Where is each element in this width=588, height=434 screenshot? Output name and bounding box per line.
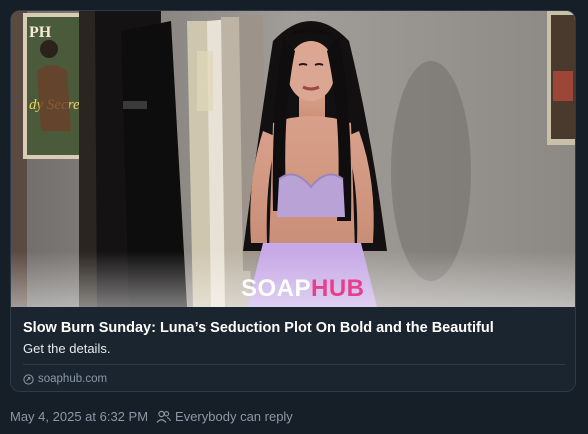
svg-text:PH: PH xyxy=(29,24,52,41)
soaphub-watermark-logo: SOAPHUB xyxy=(241,277,365,301)
preview-image[interactable]: PH dy Secre xyxy=(11,11,575,307)
reply-setting-label: Everybody can reply xyxy=(175,409,293,424)
photo-illustration: PH dy Secre xyxy=(11,11,575,307)
link-icon xyxy=(23,373,34,385)
card-description: Get the details. xyxy=(23,341,111,356)
card-divider xyxy=(23,364,565,365)
card-domain[interactable]: soaphub.com xyxy=(23,372,107,386)
reply-setting: Everybody can reply xyxy=(156,409,293,425)
watermark-part1: SOAP xyxy=(241,275,312,302)
link-preview-card[interactable]: PH dy Secre xyxy=(10,10,576,392)
card-info[interactable]: Slow Burn Sunday: Luna’s Seduction Plot … xyxy=(11,307,575,391)
card-headline[interactable]: Slow Burn Sunday: Luna’s Seduction Plot … xyxy=(23,319,563,337)
post-meta: May 4, 2025 at 6:32 PM Everybody can rep… xyxy=(10,409,293,425)
people-icon xyxy=(156,410,171,424)
domain-label: soaphub.com xyxy=(38,373,108,385)
post-timestamp[interactable]: May 4, 2025 at 6:32 PM xyxy=(10,409,148,425)
watermark-part2: HUB xyxy=(311,275,365,302)
